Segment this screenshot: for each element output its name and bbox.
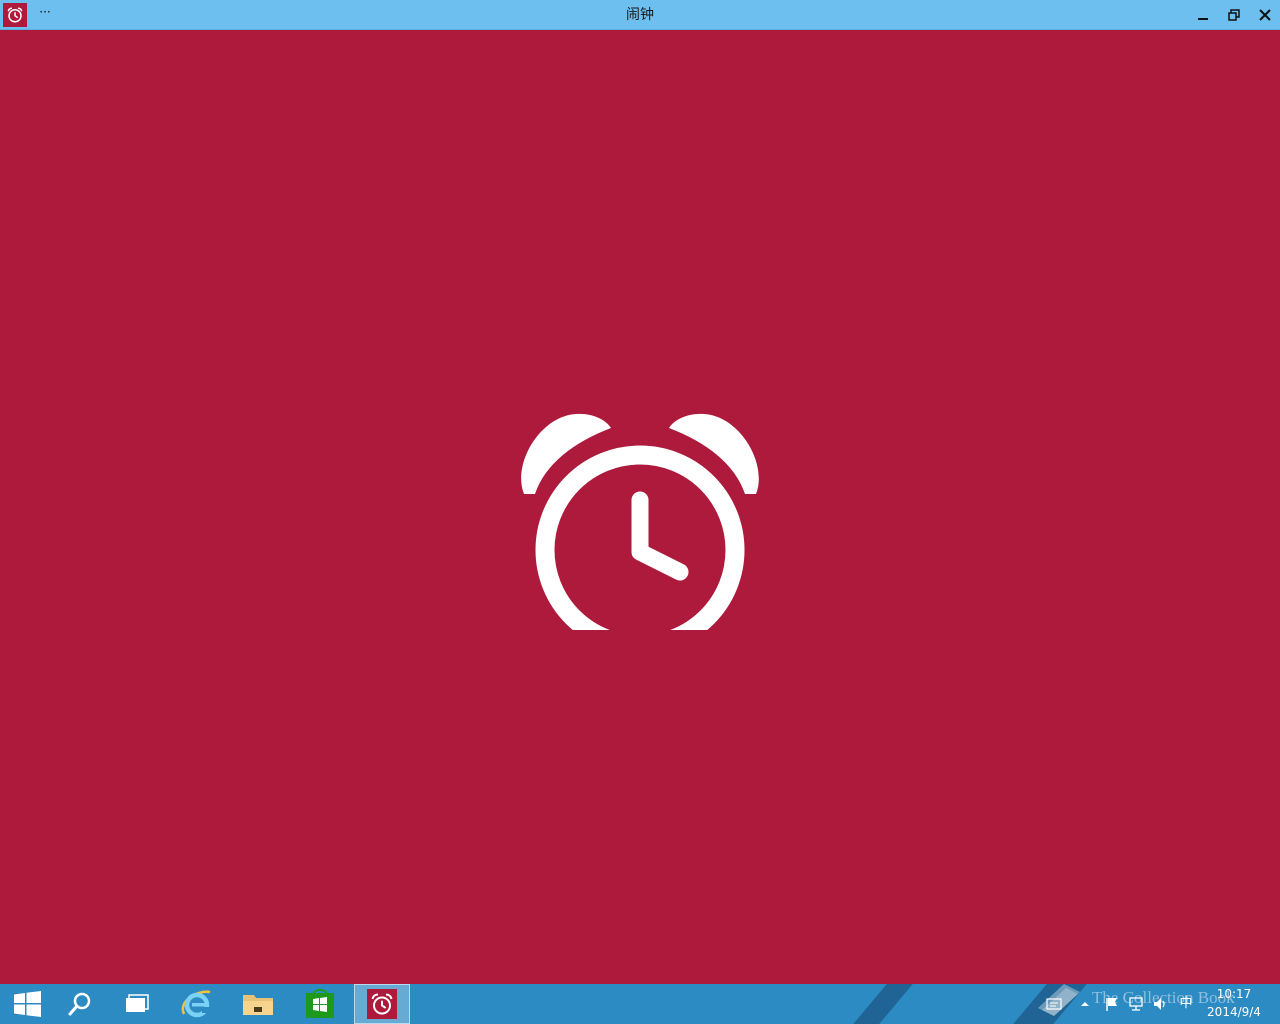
minimize-icon bbox=[1198, 18, 1208, 20]
alarm-clock-icon bbox=[521, 413, 759, 630]
volume-icon bbox=[1154, 998, 1165, 1010]
taskbar: The Collection Book 中 10:17 2014/9/4 bbox=[0, 984, 1280, 1024]
store-icon bbox=[306, 989, 334, 1018]
start-button[interactable] bbox=[0, 984, 56, 1024]
internet-explorer-icon bbox=[181, 990, 211, 1018]
taskbar-store[interactable] bbox=[292, 984, 348, 1024]
task-view-icon bbox=[126, 994, 149, 1012]
action-center-flag-icon bbox=[1106, 998, 1117, 1011]
task-view-button[interactable] bbox=[109, 984, 165, 1024]
folder-icon bbox=[243, 995, 273, 1015]
network-button[interactable] bbox=[1128, 996, 1144, 1012]
notification-button[interactable] bbox=[1046, 996, 1062, 1012]
clock-time[interactable]: 10:17 bbox=[1204, 987, 1264, 1002]
windows-logo-icon bbox=[14, 991, 41, 1017]
taskbar-decoration bbox=[853, 984, 913, 1024]
taskbar-internet-explorer[interactable] bbox=[168, 984, 224, 1024]
search-icon bbox=[68, 992, 91, 1016]
input-method-indicator[interactable]: 中 bbox=[1178, 995, 1194, 1013]
close-button[interactable] bbox=[1251, 2, 1279, 28]
alarm-clock-icon bbox=[371, 993, 393, 1015]
network-icon bbox=[1129, 997, 1143, 1011]
search-button[interactable] bbox=[52, 984, 108, 1024]
taskbar-alarms[interactable] bbox=[354, 984, 410, 1024]
restore-icon bbox=[1228, 9, 1240, 21]
action-center-button[interactable] bbox=[1104, 996, 1120, 1012]
close-icon bbox=[1259, 9, 1271, 21]
clock-date[interactable]: 2014/9/4 bbox=[1200, 1005, 1268, 1020]
message-icon bbox=[1046, 998, 1062, 1010]
app-alarm-clock-icon[interactable] bbox=[3, 3, 27, 27]
minimize-button[interactable] bbox=[1189, 2, 1217, 28]
volume-button[interactable] bbox=[1152, 996, 1168, 1012]
show-hidden-icons-button[interactable] bbox=[1077, 996, 1093, 1012]
app-splash-area bbox=[0, 30, 1280, 984]
taskbar-file-explorer[interactable] bbox=[230, 984, 286, 1024]
title-bar: ··· 闹钟 bbox=[0, 0, 1280, 30]
app-menu-button[interactable]: ··· bbox=[38, 4, 52, 24]
window-title: 闹钟 bbox=[626, 7, 654, 23]
show-hidden-icons-icon bbox=[1081, 1002, 1089, 1006]
restore-button[interactable] bbox=[1220, 2, 1248, 28]
